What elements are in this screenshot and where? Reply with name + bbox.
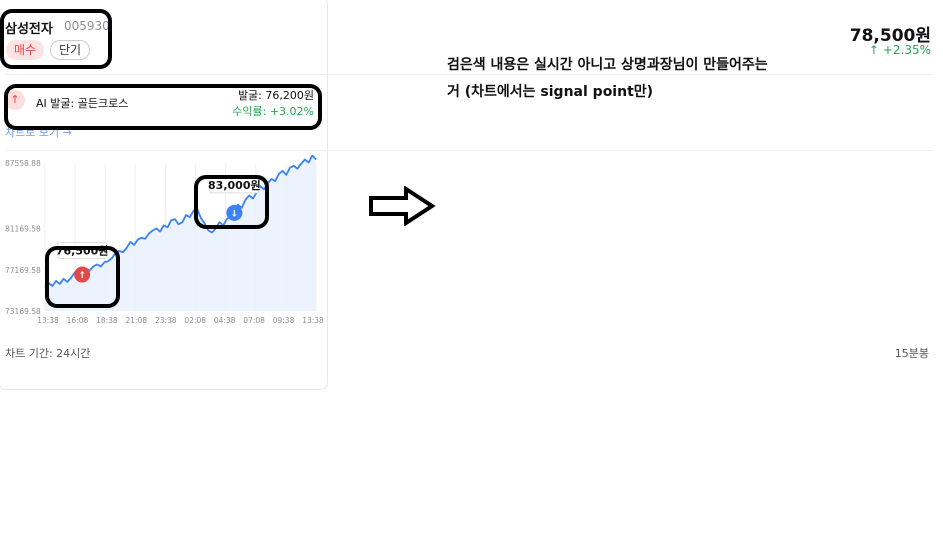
divider bbox=[5, 150, 933, 151]
y-tick-label: 81169.58 bbox=[5, 225, 41, 234]
x-tick-label: 07:08 bbox=[243, 316, 265, 325]
chart-period: 차트 기간: 24시간 bbox=[5, 347, 91, 360]
signal-annotation-box bbox=[4, 84, 322, 130]
chart-interval: 15분봉 bbox=[894, 347, 929, 360]
x-tick-label: 13:38 bbox=[37, 316, 59, 325]
x-tick-label: 18:38 bbox=[96, 316, 118, 325]
x-tick-label: 13:38 bbox=[302, 316, 324, 325]
x-tick-label: 04:38 bbox=[214, 316, 236, 325]
x-tick-label: 21:08 bbox=[126, 316, 148, 325]
x-tick-label: 09:38 bbox=[273, 316, 295, 325]
y-tick-label: 77169.58 bbox=[5, 266, 41, 275]
x-tick-label: 16:08 bbox=[67, 316, 89, 325]
x-tick-label: 23:38 bbox=[155, 316, 177, 325]
y-tick-label: 73169.58 bbox=[5, 307, 41, 316]
note-line-1: 검은색 내용은 실시간 아니고 상명과장님이 만들어주는 bbox=[447, 57, 768, 73]
x-tick-label: 02:08 bbox=[184, 316, 206, 325]
annotation-note: 검은색 내용은 실시간 아니고 상명과장님이 만들어주는 거 (차트에서는 si… bbox=[447, 52, 887, 106]
note-line-2: 거 (차트에서는 signal point만) bbox=[447, 84, 654, 100]
y-tick-label: 87558.88 bbox=[5, 159, 41, 168]
right-arrow-icon bbox=[369, 186, 436, 226]
buy-marker-annotation-box bbox=[45, 246, 120, 308]
header-annotation-box bbox=[0, 9, 112, 69]
sell-marker-annotation-box bbox=[194, 175, 269, 229]
